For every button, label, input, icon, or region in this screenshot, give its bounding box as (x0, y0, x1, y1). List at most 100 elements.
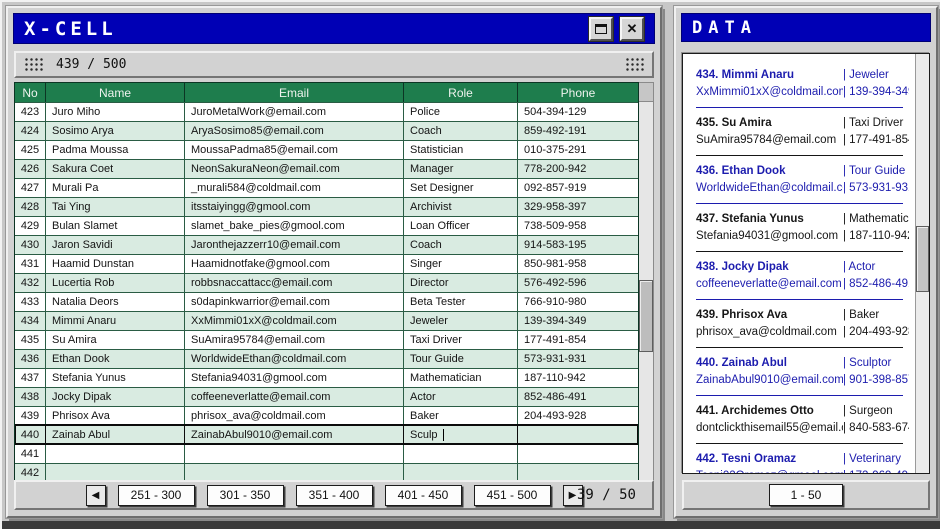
grid-handle-icon[interactable] (625, 57, 644, 72)
page-range-button-351-400[interactable]: 351 - 400 (296, 485, 373, 506)
email-cell[interactable]: Jaronthejazzerr10@email.com (185, 235, 404, 254)
row-number-cell[interactable]: 435 (15, 330, 46, 349)
phone-cell[interactable]: 859-492-191 (518, 121, 638, 140)
phone-cell[interactable]: 010-375-291 (518, 140, 638, 159)
row-number-cell[interactable]: 424 (15, 121, 46, 140)
row-number-cell[interactable]: 436 (15, 349, 46, 368)
email-cell[interactable]: slamet_bake_pies@gmool.com (185, 216, 404, 235)
phone-cell[interactable]: 852-486-491 (518, 387, 638, 406)
role-cell[interactable]: Tour Guide (404, 349, 518, 368)
role-cell[interactable]: Director (404, 273, 518, 292)
role-cell[interactable]: Beta Tester (404, 292, 518, 311)
phone-cell[interactable] (518, 425, 638, 444)
row-number-cell[interactable]: 434 (15, 311, 46, 330)
name-cell[interactable]: Mimmi Anaru (46, 311, 185, 330)
name-cell[interactable]: Tai Ying (46, 197, 185, 216)
name-cell[interactable]: Stefania Yunus (46, 368, 185, 387)
role-cell[interactable]: Coach (404, 121, 518, 140)
row-number-cell[interactable]: 431 (15, 254, 46, 273)
role-cell[interactable]: Taxi Driver (404, 330, 518, 349)
role-cell[interactable]: Manager (404, 159, 518, 178)
name-cell[interactable]: Bulan Slamet (46, 216, 185, 235)
phone-cell[interactable]: 204-493-928 (518, 406, 638, 425)
email-cell[interactable]: NeonSakuraNeon@email.com (185, 159, 404, 178)
name-cell[interactable]: Juro Miho (46, 102, 185, 121)
phone-cell[interactable]: 329-958-397 (518, 197, 638, 216)
column-header-email[interactable]: Email (185, 83, 404, 102)
role-cell[interactable]: Loan Officer (404, 216, 518, 235)
email-cell[interactable]: Stefania94031@gmool.com (185, 368, 404, 387)
email-cell[interactable]: itsstaiyingg@gmool.com (185, 197, 404, 216)
phone-cell[interactable]: 092-857-919 (518, 178, 638, 197)
data-titlebar[interactable]: DATA (681, 13, 931, 42)
phone-cell[interactable]: 850-981-958 (518, 254, 638, 273)
name-cell[interactable]: Zainab Abul (46, 425, 185, 444)
phone-cell[interactable]: 766-910-980 (518, 292, 638, 311)
row-number-cell[interactable]: 430 (15, 235, 46, 254)
name-cell[interactable]: Phrisox Ava (46, 406, 185, 425)
row-number-cell[interactable]: 428 (15, 197, 46, 216)
phone-cell[interactable]: 914-583-195 (518, 235, 638, 254)
phone-cell[interactable]: 573-931-931 (518, 349, 638, 368)
role-cell[interactable]: Archivist (404, 197, 518, 216)
email-cell[interactable]: ZainabAbul9010@email.com (185, 425, 404, 444)
phone-cell[interactable]: 187-110-942 (518, 368, 638, 387)
row-number-cell[interactable]: 425 (15, 140, 46, 159)
row-number-cell[interactable]: 432 (15, 273, 46, 292)
email-cell[interactable]: _murali584@coldmail.com (185, 178, 404, 197)
email-cell[interactable]: WorldwideEthan@coldmail.com (185, 349, 404, 368)
row-number-cell[interactable]: 438 (15, 387, 46, 406)
name-cell[interactable]: Jaron Savidi (46, 235, 185, 254)
phone-cell[interactable]: 778-200-942 (518, 159, 638, 178)
email-cell[interactable]: AryaSosimo85@email.com (185, 121, 404, 140)
role-cell[interactable]: Set Designer (404, 178, 518, 197)
row-number-cell[interactable]: 433 (15, 292, 46, 311)
row-number-cell[interactable]: 437 (15, 368, 46, 387)
grid-handle-icon[interactable] (24, 57, 43, 72)
email-cell[interactable] (185, 444, 404, 463)
column-header-name[interactable]: Name (46, 83, 185, 102)
email-cell[interactable]: Haamidnotfake@gmool.com (185, 254, 404, 273)
xcell-titlebar[interactable]: X-CELL ✕ (13, 13, 655, 44)
name-cell[interactable]: Lucertia Rob (46, 273, 185, 292)
prev-page-button[interactable]: ◀ (86, 485, 106, 506)
name-cell[interactable]: Ethan Dook (46, 349, 185, 368)
row-number-cell[interactable]: 429 (15, 216, 46, 235)
page-range-button-251-300[interactable]: 251 - 300 (118, 485, 195, 506)
scrollbar-track[interactable] (639, 102, 653, 481)
name-cell[interactable]: Sakura Coet (46, 159, 185, 178)
maximize-button[interactable] (589, 17, 613, 41)
name-cell[interactable]: Murali Pa (46, 178, 185, 197)
close-button[interactable]: ✕ (620, 17, 644, 41)
panel-scrollbar-thumb[interactable] (916, 226, 929, 292)
email-cell[interactable]: MoussaPadma85@email.com (185, 140, 404, 159)
email-cell[interactable]: phrisox_ava@coldmail.com (185, 406, 404, 425)
email-cell[interactable]: JuroMetalWork@email.com (185, 102, 404, 121)
phone-cell[interactable]: 139-394-349 (518, 311, 638, 330)
phone-cell[interactable]: 504-394-129 (518, 102, 638, 121)
row-number-cell[interactable]: 423 (15, 102, 46, 121)
name-cell[interactable] (46, 444, 185, 463)
range-button-1-50[interactable]: 1 - 50 (769, 484, 843, 506)
row-number-cell[interactable]: 439 (15, 406, 46, 425)
column-header-phone[interactable]: Phone (518, 83, 638, 102)
role-cell[interactable]: Coach (404, 235, 518, 254)
page-range-button-301-350[interactable]: 301 - 350 (207, 485, 284, 506)
email-cell[interactable]: coffeeneverlatte@email.com (185, 387, 404, 406)
scrollbar-thumb[interactable] (639, 280, 653, 352)
role-cell[interactable]: Statistician (404, 140, 518, 159)
role-cell[interactable]: Baker (404, 406, 518, 425)
column-header-no[interactable]: No (15, 83, 46, 102)
name-cell[interactable]: Natalia Deors (46, 292, 185, 311)
name-cell[interactable]: Padma Moussa (46, 140, 185, 159)
email-cell[interactable]: XxMimmi01xX@coldmail.com (185, 311, 404, 330)
role-cell[interactable]: Actor (404, 387, 518, 406)
row-number-cell[interactable]: 441 (15, 444, 46, 463)
phone-cell[interactable] (518, 444, 638, 463)
page-range-button-451-500[interactable]: 451 - 500 (474, 485, 551, 506)
email-cell[interactable]: robbsnaccattacc@email.com (185, 273, 404, 292)
phone-cell[interactable]: 177-491-854 (518, 330, 638, 349)
role-cell[interactable] (404, 444, 518, 463)
role-cell[interactable]: Sculp (404, 425, 518, 444)
role-cell[interactable]: Mathematician (404, 368, 518, 387)
